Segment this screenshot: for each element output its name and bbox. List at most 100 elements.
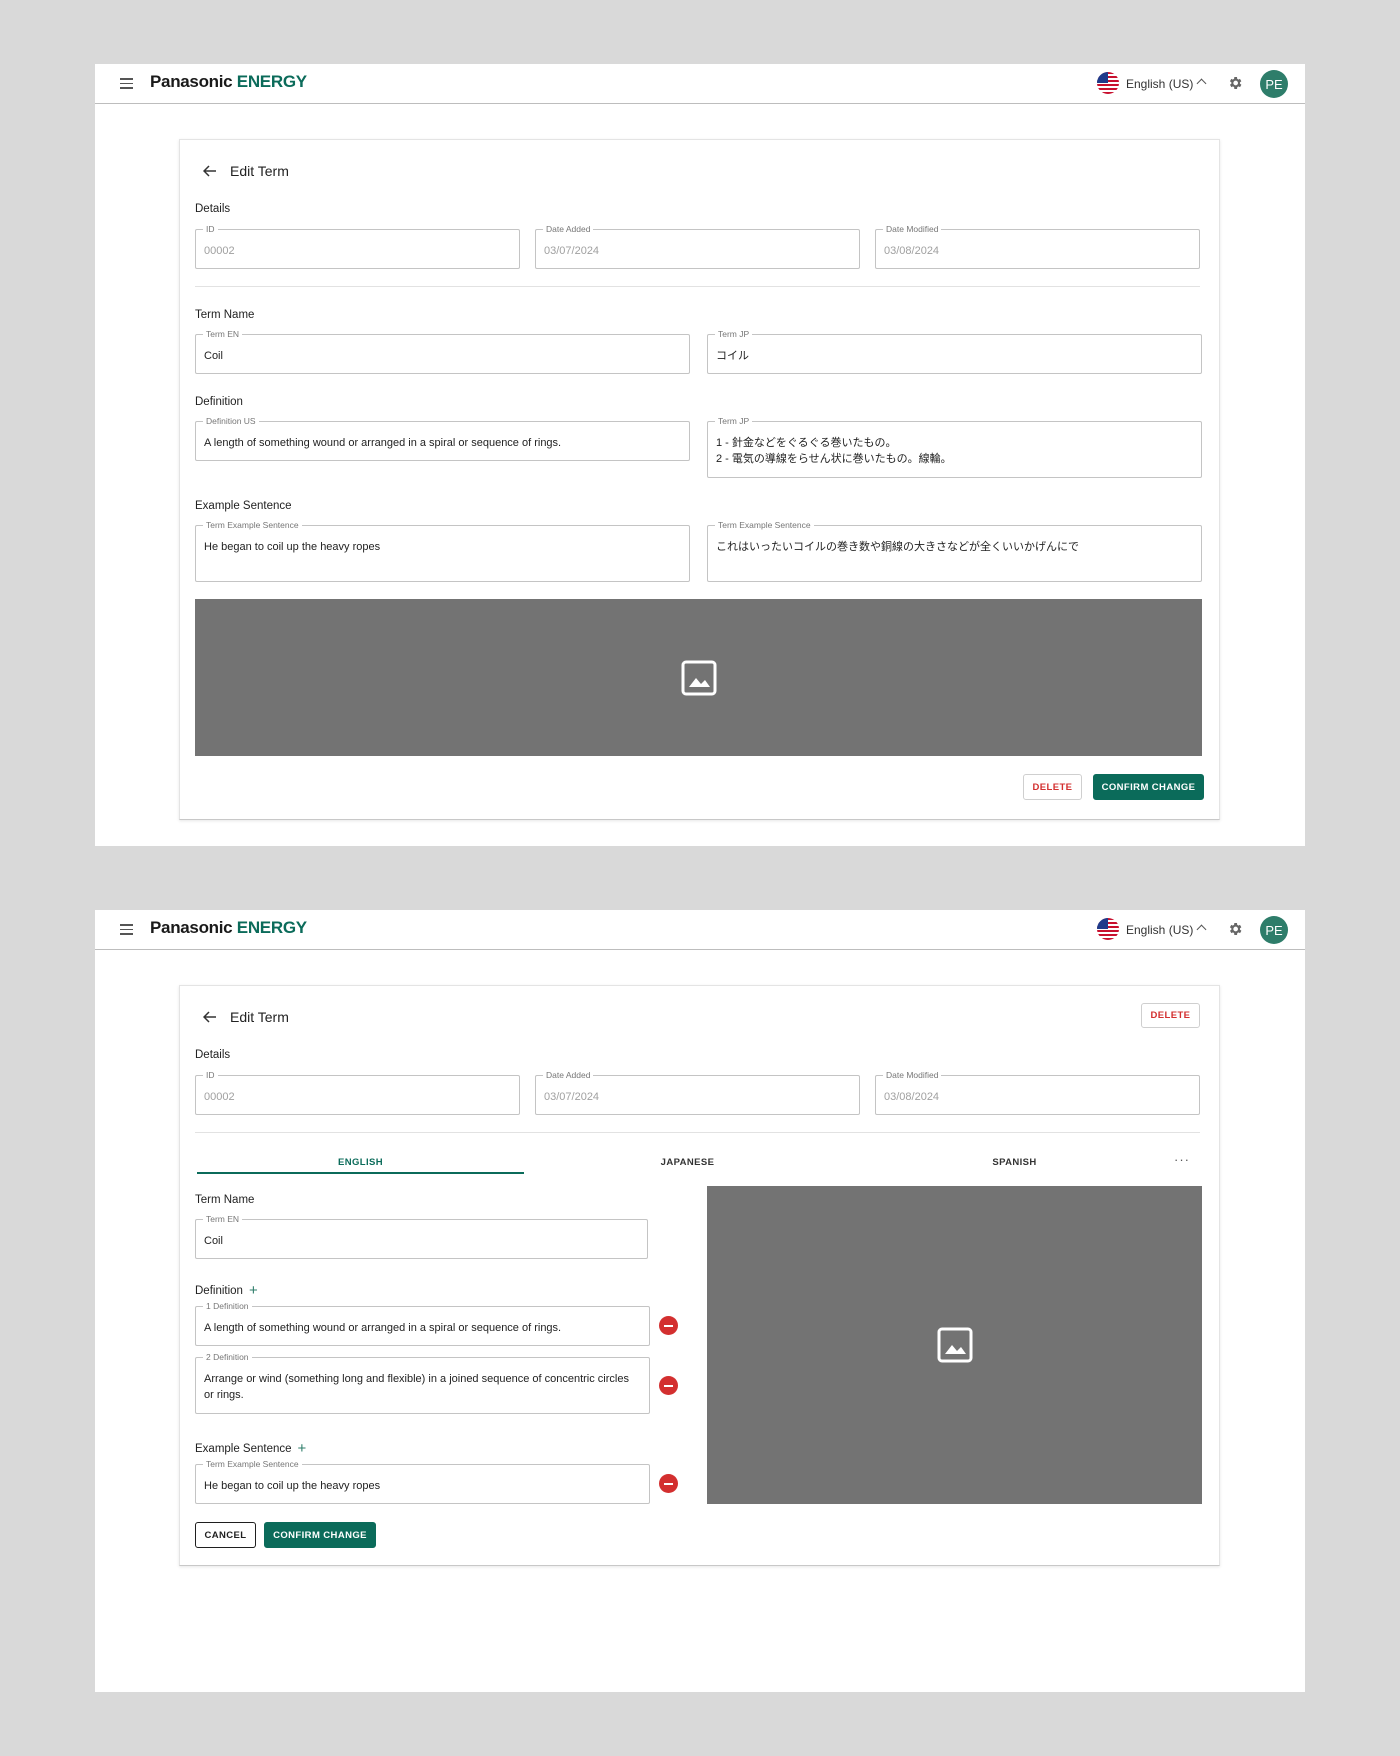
id-field-value: 00002 [204, 245, 235, 257]
example-1-label: Term Example Sentence [203, 1459, 302, 1469]
gear-icon[interactable] [1227, 75, 1243, 91]
image-upload-area[interactable] [707, 1186, 1202, 1504]
definition-us-label: Definition US [203, 416, 259, 426]
term-en-field[interactable]: Term EN Coil [195, 1214, 648, 1259]
example-en-field[interactable]: Term Example Sentence He began to coil u… [195, 520, 690, 582]
definition-jp-line: 1 - 針金などをぐるぐる巻いたもの。 [716, 437, 897, 449]
example-sentence-label: Example Sentence [195, 500, 292, 512]
cancel-button[interactable]: CANCEL [195, 1522, 256, 1548]
chevron-up-icon[interactable] [1196, 78, 1207, 89]
example-1-value: He began to coil up the heavy ropes [204, 1480, 381, 1492]
example-jp-label: Term Example Sentence [715, 520, 814, 530]
tab-active-indicator [197, 1172, 524, 1174]
avatar[interactable]: PE [1260, 70, 1288, 98]
remove-definition-1-icon[interactable] [659, 1316, 678, 1335]
example-en-value: He began to coil up the heavy ropes [204, 541, 381, 553]
remove-example-1-icon[interactable] [659, 1474, 678, 1493]
id-field: ID 00002 [195, 1070, 520, 1115]
edit-term-card: Edit Term DELETE Details ID 00002 Date A… [179, 985, 1220, 1566]
page-title: Edit Term [230, 1009, 289, 1025]
definition-label: Definition + [195, 1281, 258, 1299]
definition-2-label: 2 Definition [203, 1352, 252, 1362]
logo: Panasonic ENERGY [150, 72, 307, 91]
add-definition-icon[interactable]: + [249, 1282, 258, 1299]
logo: Panasonic ENERGY [150, 918, 307, 937]
page-title: Edit Term [230, 163, 289, 179]
screen-edit-term-v1: Panasonic ENERGY English (US) PE Edit Te… [95, 64, 1305, 846]
tab-spanish[interactable]: SPANISH [851, 1157, 1178, 1168]
delete-button[interactable]: DELETE [1023, 774, 1082, 800]
tab-japanese[interactable]: JAPANESE [524, 1157, 851, 1168]
us-flag-icon[interactable] [1097, 72, 1119, 94]
back-arrow-icon[interactable] [203, 1011, 217, 1023]
screen-edit-term-v2: Panasonic ENERGY English (US) PE Edit Te… [95, 910, 1305, 1692]
us-flag-icon[interactable] [1097, 918, 1119, 940]
definition-2-field[interactable]: 2 Definition Arrange or wind (something … [195, 1352, 650, 1414]
add-example-icon[interactable]: + [298, 1440, 307, 1457]
date-modified-field: Date Modified 03/08/2024 [875, 1070, 1200, 1115]
date-added-field: Date Added 03/07/2024 [535, 1070, 860, 1115]
date-modified-value: 03/08/2024 [884, 1091, 940, 1103]
example-jp-value: これはいったいコイルの巻き数や銅線の大きさなどが全くいいかげんにで [716, 541, 1079, 553]
details-label: Details [195, 1049, 231, 1061]
term-jp-value: コイル [716, 350, 749, 362]
date-added-field: Date Added 03/07/2024 [535, 224, 860, 269]
definition-jp-line: 2 - 電気の導線をらせん状に巻いたもの。線輪。 [716, 453, 952, 465]
id-field-label: ID [203, 1070, 218, 1080]
menu-icon[interactable] [120, 78, 133, 89]
date-modified-label: Date Modified [883, 224, 942, 234]
example-sentence-label: Example Sentence + [195, 1439, 307, 1457]
definition-label-text: Definition [195, 1285, 243, 1297]
image-icon [681, 660, 716, 695]
term-en-label: Term EN [203, 329, 243, 339]
language-label[interactable]: English (US) [1126, 923, 1193, 937]
id-field-label: ID [203, 224, 218, 234]
id-field-value: 00002 [204, 1091, 235, 1103]
edit-term-card: Edit Term Details ID 00002 Date Added 03… [179, 139, 1220, 820]
divider [195, 286, 1200, 287]
app-bar: Panasonic ENERGY English (US) PE [95, 910, 1305, 950]
back-arrow-icon[interactable] [203, 165, 217, 177]
date-modified-label: Date Modified [883, 1070, 942, 1080]
definition-1-field[interactable]: 1 Definition A length of something wound… [195, 1301, 650, 1346]
definition-jp-label: Term JP [715, 416, 753, 426]
date-modified-value: 03/08/2024 [884, 245, 940, 257]
image-upload-area[interactable] [195, 599, 1202, 756]
term-jp-field[interactable]: Term JP コイル [707, 329, 1202, 374]
gear-icon[interactable] [1227, 921, 1243, 937]
term-jp-label: Term JP [715, 329, 753, 339]
date-added-value: 03/07/2024 [544, 245, 600, 257]
tab-english[interactable]: ENGLISH [197, 1157, 524, 1168]
menu-icon[interactable] [120, 924, 133, 935]
term-en-label: Term EN [203, 1214, 243, 1224]
avatar[interactable]: PE [1260, 916, 1288, 944]
example-1-field[interactable]: Term Example Sentence He began to coil u… [195, 1459, 650, 1504]
definition-2-value: Arrange or wind (something long and flex… [204, 1373, 629, 1401]
confirm-change-button[interactable]: CONFIRM CHANGE [1093, 774, 1204, 800]
app-bar: Panasonic ENERGY English (US) PE [95, 64, 1305, 104]
image-icon [937, 1327, 972, 1363]
id-field: ID 00002 [195, 224, 520, 269]
chevron-up-icon[interactable] [1196, 924, 1207, 935]
example-sentence-label-text: Example Sentence [195, 1443, 292, 1455]
definition-label: Definition [195, 396, 243, 408]
term-en-value: Coil [204, 350, 223, 362]
confirm-change-button[interactable]: CONFIRM CHANGE [264, 1522, 376, 1548]
definition-1-value: A length of something wound or arranged … [204, 1322, 562, 1334]
definition-jp-value: 1 - 針金などをぐるぐる巻いたもの。 2 - 電気の導線をらせん状に巻いたもの… [716, 435, 1193, 467]
language-label[interactable]: English (US) [1126, 77, 1193, 91]
definition-us-value: A length of something wound or arranged … [204, 437, 562, 449]
date-modified-field: Date Modified 03/08/2024 [875, 224, 1200, 269]
example-jp-field[interactable]: Term Example Sentence これはいったいコイルの巻き数や銅線の… [707, 520, 1202, 582]
definition-us-field[interactable]: Definition US A length of something woun… [195, 416, 690, 461]
more-horizontal-icon[interactable]: ··· [1174, 1152, 1190, 1167]
term-name-label: Term Name [195, 309, 255, 321]
definition-jp-field[interactable]: Term JP 1 - 針金などをぐるぐる巻いたもの。 2 - 電気の導線をらせ… [707, 416, 1202, 478]
delete-button[interactable]: DELETE [1141, 1003, 1200, 1028]
date-added-value: 03/07/2024 [544, 1091, 600, 1103]
details-label: Details [195, 203, 231, 215]
term-en-value: Coil [204, 1235, 223, 1247]
example-en-label: Term Example Sentence [203, 520, 302, 530]
remove-definition-2-icon[interactable] [659, 1376, 678, 1395]
term-en-field[interactable]: Term EN Coil [195, 329, 690, 374]
